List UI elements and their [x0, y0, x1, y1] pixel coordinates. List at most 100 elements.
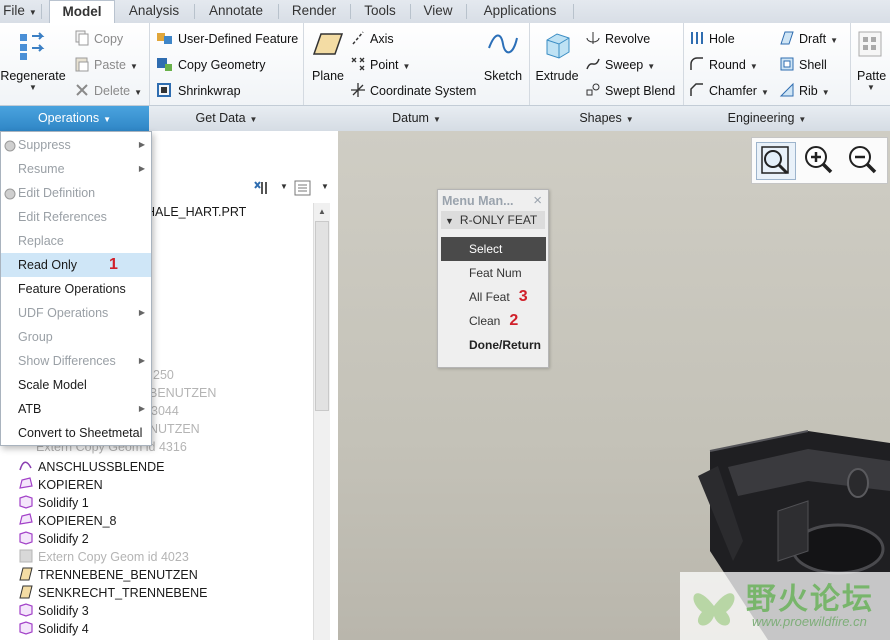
menu-item-convert-to-sheetmetal[interactable]: Convert to Sheetmetal: [1, 421, 151, 445]
zoom-window-icon[interactable]: [756, 142, 796, 180]
hole-button[interactable]: Hole: [689, 30, 735, 49]
axis-icon: [350, 30, 366, 49]
tree-item[interactable]: NUTZEN: [149, 422, 200, 436]
menu-item-read-only[interactable]: Read Only 1: [1, 253, 151, 277]
step-marker: 1: [109, 256, 118, 273]
menu-item-feature-operations[interactable]: Feature Operations: [1, 277, 151, 301]
axis-button[interactable]: Axis: [350, 30, 394, 49]
pattern-button[interactable]: Patte ▼: [857, 30, 890, 92]
tab-annotate[interactable]: Annotate: [197, 0, 275, 22]
tab-view[interactable]: View: [413, 0, 463, 22]
tree-item[interactable]: Solidify 4: [18, 620, 89, 639]
point-button[interactable]: Point ▼: [350, 56, 410, 75]
tree-settings-icon[interactable]: [252, 180, 270, 199]
menu-item-label: Convert to Sheetmetal: [18, 426, 143, 440]
tree-item[interactable]: TRENNEBENE_BENUTZEN: [18, 566, 198, 585]
model-part-render: [698, 430, 890, 640]
copy-button[interactable]: Copy: [74, 30, 123, 49]
menu-item-group[interactable]: Group: [1, 325, 151, 349]
menu-item-label: Read Only: [18, 258, 78, 272]
copy-surface-icon: [18, 512, 34, 531]
regenerate-button[interactable]: Regenerate ▼: [0, 28, 66, 92]
datum-group-button[interactable]: Datum ▼: [304, 106, 529, 131]
plane-button[interactable]: Plane: [309, 30, 347, 83]
coordinate-system-button[interactable]: Coordinate System: [350, 82, 476, 101]
tree-columns-icon[interactable]: [294, 180, 312, 199]
shrinkwrap-button[interactable]: Shrinkwrap: [156, 82, 241, 101]
menu-manager-item-select[interactable]: Select: [441, 237, 546, 261]
tree-item[interactable]: Extern Copy Geom id 4023: [18, 548, 189, 567]
step-marker: 2: [509, 312, 519, 329]
tab-tools[interactable]: Tools: [353, 0, 407, 22]
tree-item-label: Extern Copy Geom id 4023: [38, 549, 189, 564]
copy-icon: [74, 30, 90, 49]
get-data-group-button[interactable]: Get Data ▼: [150, 106, 303, 131]
scrollbar-thumb[interactable]: [315, 221, 329, 411]
tree-item[interactable]: Solidify 1: [18, 494, 89, 513]
tree-item[interactable]: 250: [153, 368, 174, 382]
submenu-arrow-icon: ▶: [138, 356, 145, 365]
tab-model[interactable]: Model: [49, 0, 115, 24]
graphics-viewport[interactable]: [338, 131, 890, 640]
zoom-in-icon[interactable]: [800, 142, 838, 178]
tab-applications[interactable]: Applications: [469, 0, 571, 22]
delete-button[interactable]: Delete ▼: [74, 82, 142, 101]
swept-blend-button[interactable]: Swept Blend: [585, 82, 675, 101]
shapes-group-button[interactable]: Shapes ▼: [530, 106, 683, 131]
sketch-button[interactable]: Sketch: [482, 30, 524, 83]
tree-item[interactable]: SENKRECHT_TRENNEBENE: [18, 584, 207, 603]
engineering-group-button[interactable]: Engineering ▼: [684, 106, 850, 131]
model-tree-scrollbar[interactable]: ▲: [313, 203, 330, 640]
rib-icon: [779, 82, 795, 101]
user-defined-feature-button[interactable]: User-Defined Feature: [156, 30, 298, 49]
tree-item[interactable]: KOPIEREN_8: [18, 512, 117, 531]
tree-item[interactable]: 3044: [151, 404, 179, 418]
model-tree-root[interactable]: HALE_HART.PRT: [146, 205, 246, 219]
rib-button[interactable]: Rib ▼: [779, 82, 830, 101]
menu-item-resume[interactable]: Resume ▶: [1, 157, 151, 181]
menu-manager-item-all-feat[interactable]: All Feat 3: [441, 285, 546, 309]
tree-item[interactable]: KOPIEREN: [18, 476, 103, 495]
menu-item-edit-definition[interactable]: Edit Definition: [1, 181, 151, 205]
menu-manager-item-label: Clean: [469, 314, 501, 328]
menu-item-show-differences[interactable]: Show Differences ▶: [1, 349, 151, 373]
revolve-button[interactable]: Revolve: [585, 30, 650, 49]
submenu-arrow-icon: ▶: [138, 404, 145, 413]
zoom-out-icon[interactable]: [844, 142, 882, 178]
tab-file[interactable]: File ▼: [0, 0, 40, 22]
menu-manager-item-done-return[interactable]: Done/Return: [441, 333, 546, 357]
menu-item-scale-model[interactable]: Scale Model: [1, 373, 151, 397]
delete-icon: [74, 82, 90, 101]
menu-manager-dialog: Menu Man... × ▼ R-ONLY FEAT Select Feat Nu…: [437, 189, 549, 368]
tab-analysis[interactable]: Analysis: [117, 0, 191, 22]
menu-item-label: Replace: [18, 234, 64, 248]
close-icon[interactable]: ×: [533, 192, 542, 209]
draft-button[interactable]: Draft ▼: [779, 30, 838, 49]
paste-button[interactable]: Paste ▼: [74, 56, 138, 75]
menu-item-edit-references[interactable]: Edit References: [1, 205, 151, 229]
operations-group-button[interactable]: Operations ▼: [0, 106, 149, 131]
tree-item-label: Solidify 4: [38, 621, 89, 636]
tree-item[interactable]: BENUTZEN: [149, 386, 216, 400]
tree-item[interactable]: ANSCHLUSSBLENDE: [18, 458, 164, 477]
menu-item-udf-operations[interactable]: UDF Operations ▶: [1, 301, 151, 325]
copy-geometry-button[interactable]: Copy Geometry: [156, 56, 266, 75]
sweep-icon: [585, 56, 601, 75]
pattern-icon: [858, 31, 882, 57]
watermark-title: 野火论坛: [746, 582, 874, 617]
tab-render[interactable]: Render: [281, 0, 347, 22]
menu-manager-item-feat-num[interactable]: Feat Num: [441, 261, 546, 285]
round-button[interactable]: Round ▼: [689, 56, 758, 75]
chamfer-button[interactable]: Chamfer ▼: [689, 82, 769, 101]
menu-item-replace[interactable]: Replace: [1, 229, 151, 253]
menu-manager-item-clean[interactable]: Clean 2: [441, 309, 546, 333]
menu-manager-section-header[interactable]: ▼ R-ONLY FEAT: [441, 211, 545, 229]
menu-item-suppress[interactable]: Suppress ▶: [1, 133, 151, 157]
menu-item-atb[interactable]: ATB ▶: [1, 397, 151, 421]
tree-item[interactable]: Solidify 3: [18, 602, 89, 621]
extrude-button[interactable]: Extrude: [535, 30, 579, 83]
chamfer-icon: [689, 82, 705, 101]
sweep-button[interactable]: Sweep ▼: [585, 56, 655, 75]
tree-item[interactable]: Solidify 2: [18, 530, 89, 549]
shell-button[interactable]: Shell: [779, 56, 827, 75]
